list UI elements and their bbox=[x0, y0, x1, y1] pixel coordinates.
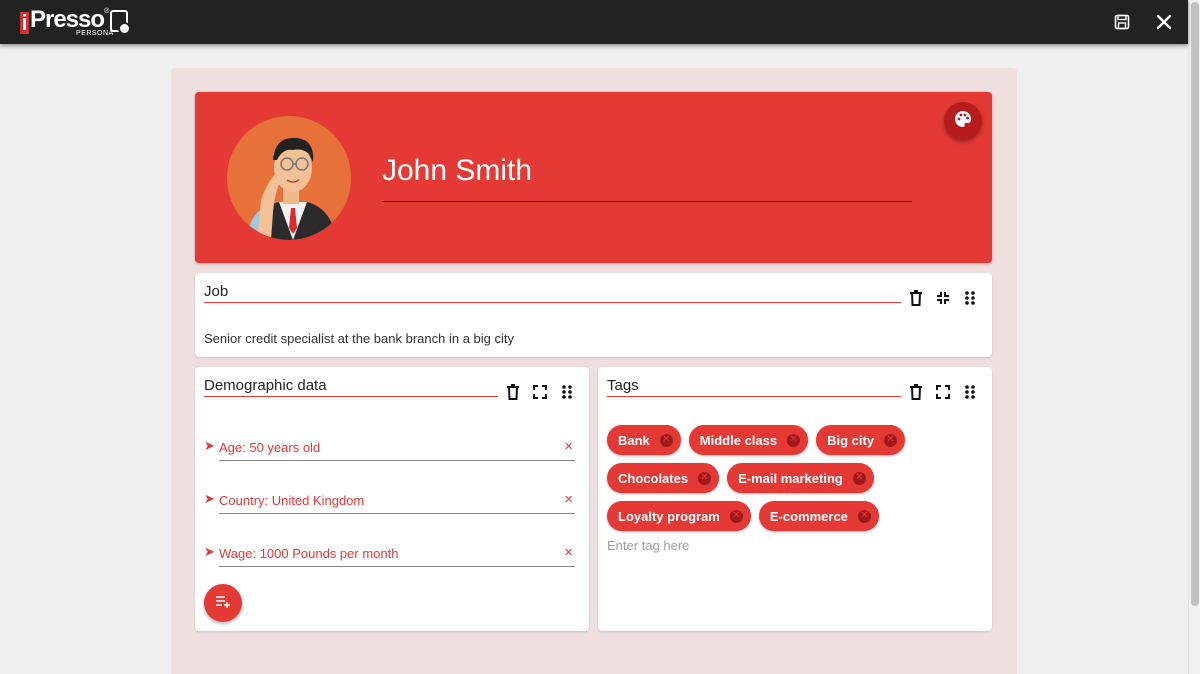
remove-tag-icon[interactable]: ✕ bbox=[787, 433, 801, 447]
demographic-item: ➤ Wage: 1000 Pounds per month × bbox=[204, 540, 575, 568]
add-item-button[interactable] bbox=[204, 584, 242, 622]
playlist-add-icon bbox=[215, 594, 231, 613]
save-icon[interactable] bbox=[1114, 14, 1130, 30]
scrollbar-thumb[interactable] bbox=[1191, 2, 1199, 606]
demographic-card: Demographic data ➤ Age: 50 years old × ➤… bbox=[195, 367, 589, 631]
demographic-item-input[interactable]: Country: United Kingdom bbox=[219, 487, 575, 514]
tag-label: Middle class bbox=[699, 432, 778, 448]
palette-icon bbox=[954, 110, 972, 133]
tag-label: E-commerce bbox=[769, 508, 848, 524]
job-title[interactable]: Job bbox=[204, 283, 901, 303]
demographic-item: ➤ Country: United Kingdom × bbox=[204, 487, 575, 515]
persona-avatar[interactable] bbox=[227, 116, 351, 240]
tag-chip[interactable]: E-commerce ✕ bbox=[758, 501, 879, 531]
logo-badge-icon bbox=[110, 10, 132, 35]
tag-label: Big city bbox=[827, 432, 875, 448]
top-bar: i Presso ® PERSONA bbox=[0, 0, 1188, 44]
logo-registered: ® bbox=[104, 8, 110, 15]
tag-label: Chocolates bbox=[618, 470, 689, 486]
demographic-item: ➤ Age: 50 years old × bbox=[204, 434, 575, 462]
tag-label: Loyalty program bbox=[618, 508, 720, 524]
remove-tag-icon[interactable]: ✕ bbox=[857, 509, 871, 523]
remove-tag-icon[interactable]: ✕ bbox=[884, 433, 898, 447]
tag-input[interactable] bbox=[607, 538, 977, 553]
arrow-icon: ➤ bbox=[204, 491, 215, 506]
tag-label: E-mail marketing bbox=[738, 470, 843, 486]
demographic-title[interactable]: Demographic data bbox=[204, 377, 498, 397]
drag-handle-icon[interactable] bbox=[962, 290, 978, 306]
arrow-icon: ➤ bbox=[204, 438, 215, 453]
vertical-scrollbar[interactable] bbox=[1188, 0, 1200, 674]
arrow-icon: ➤ bbox=[204, 544, 215, 559]
remove-tag-icon[interactable]: ✕ bbox=[852, 471, 866, 485]
drag-handle-icon[interactable] bbox=[962, 384, 978, 400]
tag-chip[interactable]: Loyalty program ✕ bbox=[607, 501, 751, 531]
tag-label: Bank bbox=[618, 432, 650, 448]
tag-chip[interactable]: Middle class ✕ bbox=[688, 425, 809, 455]
remove-tag-icon[interactable]: ✕ bbox=[659, 433, 673, 447]
tag-chip[interactable]: Big city ✕ bbox=[816, 425, 906, 455]
demographic-item-input[interactable]: Wage: 1000 Pounds per month bbox=[219, 540, 575, 567]
tags-title[interactable]: Tags bbox=[607, 377, 901, 397]
drag-handle-icon[interactable] bbox=[559, 384, 575, 400]
tag-chip[interactable]: Chocolates ✕ bbox=[607, 463, 720, 493]
expand-icon[interactable] bbox=[532, 384, 548, 400]
delete-icon[interactable] bbox=[908, 384, 924, 400]
remove-item-icon[interactable]: × bbox=[564, 438, 573, 455]
job-card: Job Senior credit specialist at the bank… bbox=[195, 273, 992, 357]
tag-chips: Bank ✕ Middle class ✕ Big city ✕ Chocolates… bbox=[607, 425, 987, 539]
tags-card: Tags Bank ✕ Middle class ✕ Big city ✕ Choco… bbox=[598, 367, 992, 631]
remove-tag-icon[interactable]: ✕ bbox=[729, 509, 743, 523]
remove-item-icon[interactable]: × bbox=[564, 544, 573, 561]
remove-tag-icon[interactable]: ✕ bbox=[698, 471, 712, 485]
persona-header-card: John Smith bbox=[195, 92, 992, 263]
expand-icon[interactable] bbox=[935, 384, 951, 400]
demographic-item-input[interactable]: Age: 50 years old bbox=[219, 434, 575, 461]
delete-icon[interactable] bbox=[908, 290, 924, 306]
ipresso-persona-logo: i Presso ® PERSONA bbox=[20, 6, 132, 38]
delete-icon[interactable] bbox=[505, 384, 521, 400]
persona-name[interactable]: John Smith bbox=[382, 152, 912, 202]
collapse-icon[interactable] bbox=[935, 290, 951, 306]
tag-chip[interactable]: E-mail marketing ✕ bbox=[727, 463, 874, 493]
palette-button[interactable] bbox=[944, 102, 982, 140]
remove-item-icon[interactable]: × bbox=[564, 491, 573, 508]
logo-letter: i bbox=[20, 10, 29, 35]
logo-subtitle: PERSONA bbox=[76, 30, 114, 37]
close-icon[interactable] bbox=[1156, 14, 1172, 30]
job-description[interactable]: Senior credit specialist at the bank bra… bbox=[204, 331, 514, 346]
tag-chip[interactable]: Bank ✕ bbox=[607, 425, 681, 455]
